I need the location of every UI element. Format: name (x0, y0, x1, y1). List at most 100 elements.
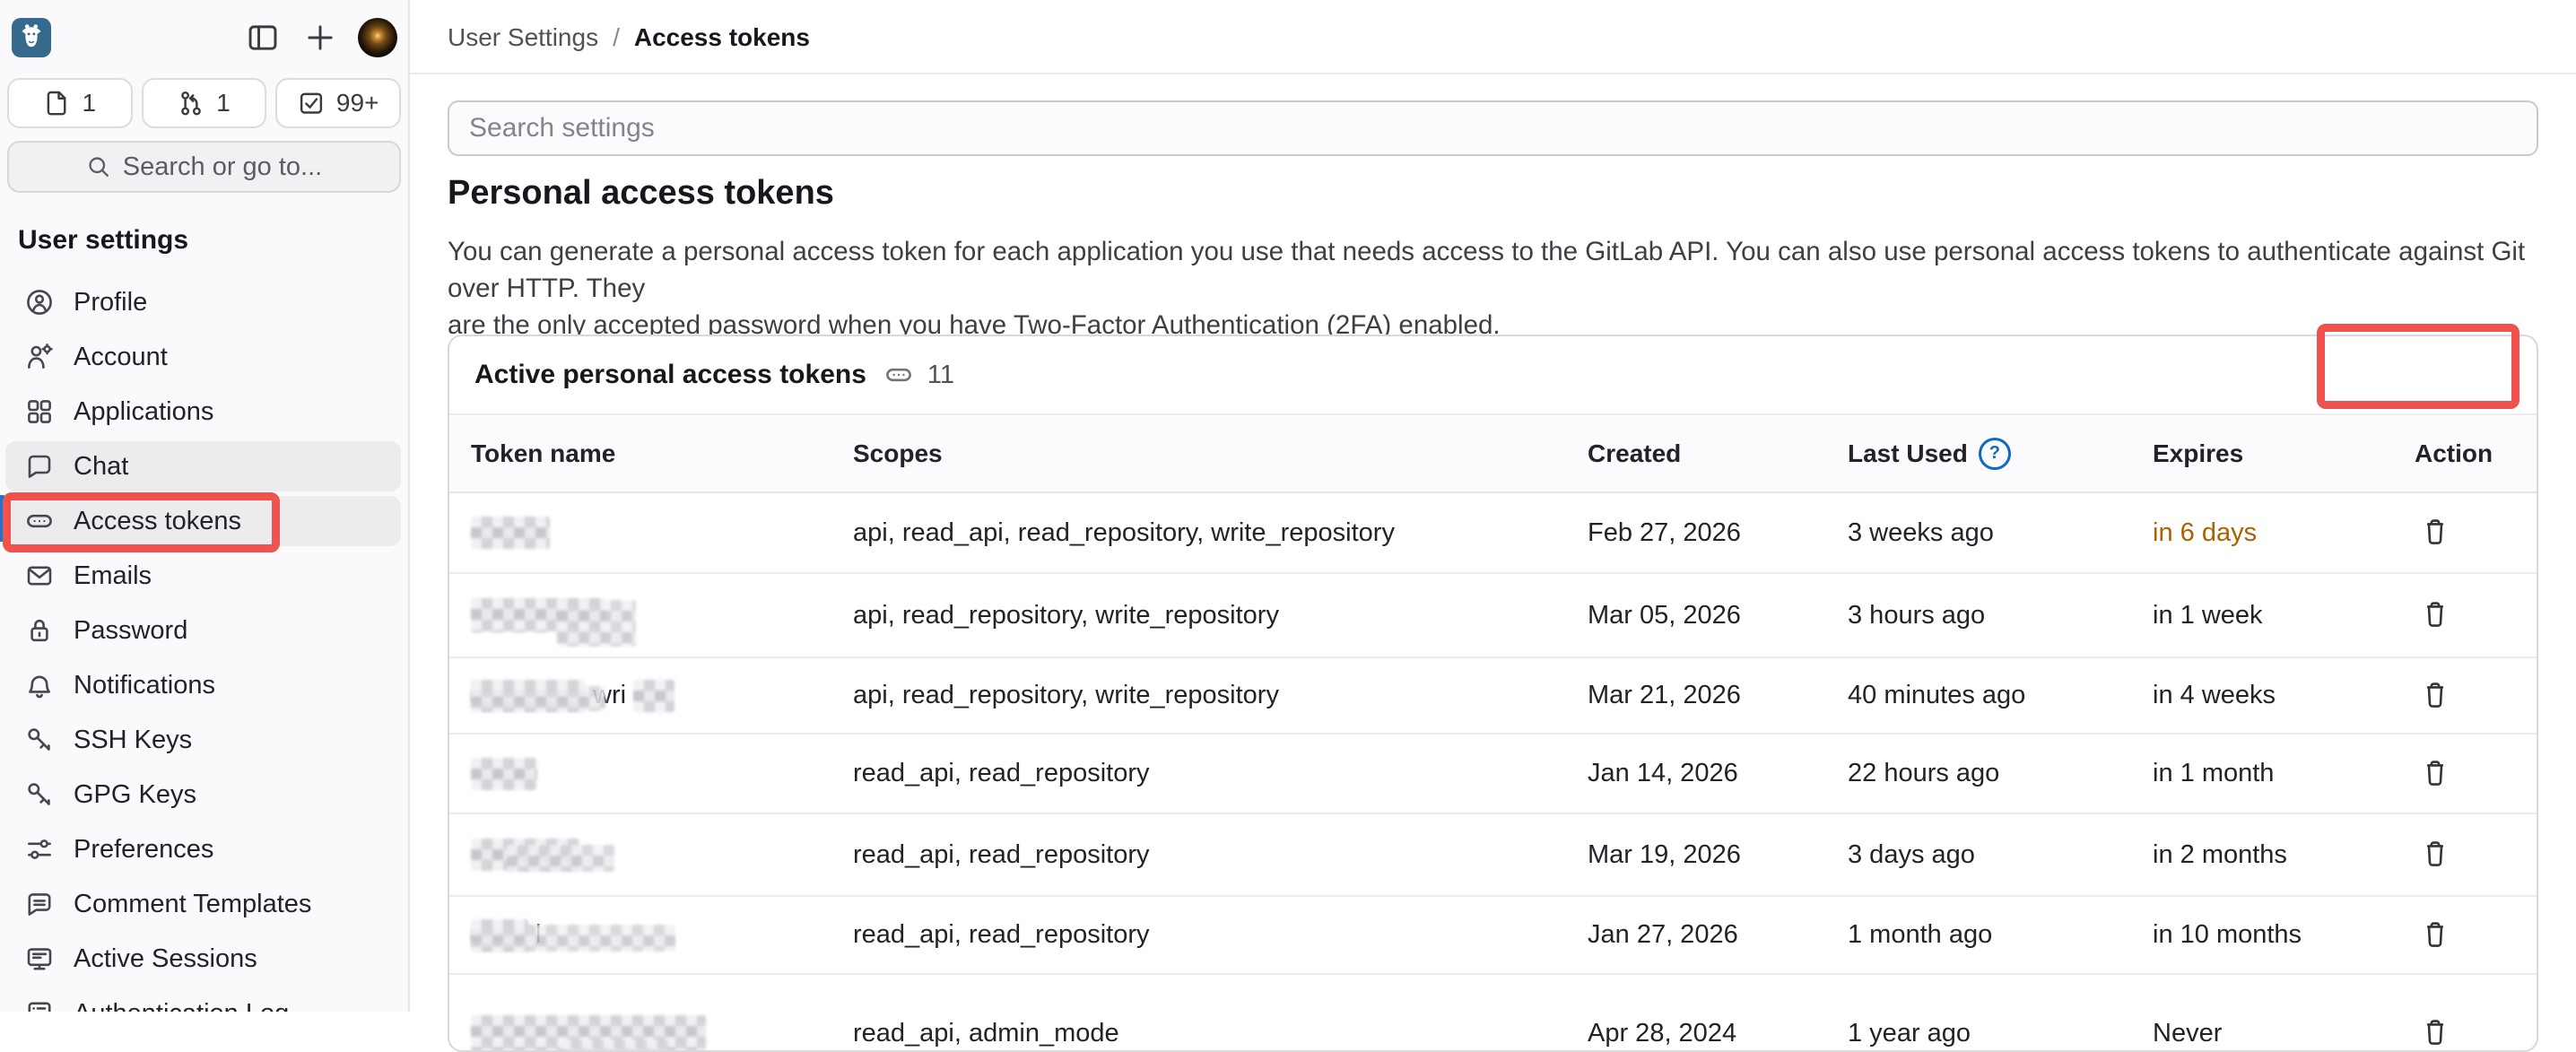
sidebar-item-gpg-keys[interactable]: GPG Keys (5, 769, 401, 820)
comment-templates-icon (25, 890, 54, 918)
redacted-token-name (471, 758, 537, 790)
expires-cell: in 1 month (2153, 759, 2395, 788)
scopes-cell: api, read_repository, write_repository (853, 601, 1588, 630)
sidebar-item-label: Password (74, 616, 187, 646)
sidebar-item-applications[interactable]: Applications (5, 387, 401, 437)
token-row: api, read_repository, write_repositoryMa… (449, 572, 2537, 656)
col-header-created: Created (1588, 439, 1848, 468)
last-used-cell: 3 hours ago (1848, 601, 2153, 630)
todos-count: 99+ (336, 89, 379, 117)
sidebar-toggle-icon[interactable] (247, 22, 279, 54)
merge-requests-icon (178, 90, 205, 117)
gitlab-access-tokens-page: { "topbar": { "global_search_placeholder… (0, 0, 2576, 1012)
redacted-token-name-blob (561, 1039, 668, 1052)
token-name-cell (449, 517, 853, 549)
breadcrumb: User Settings / Access tokens (448, 23, 810, 52)
sidebar-item-preferences[interactable]: Preferences (5, 824, 401, 874)
col-header-scopes: Scopes (853, 439, 1588, 468)
sidebar-item-label: Chat (74, 452, 128, 482)
token-row: read_api, read_repositoryJan 14, 202622 … (449, 733, 2537, 813)
shortcut-count-buttons: 1 1 99+ (7, 78, 401, 128)
merge-requests-count-button[interactable]: 1 (142, 78, 267, 128)
breadcrumb-parent[interactable]: User Settings (448, 23, 598, 52)
delete-token-button[interactable] (2415, 753, 2456, 795)
sidebar-item-active-sessions[interactable]: Active Sessions (5, 934, 401, 984)
global-search-button[interactable]: Search or go to... (7, 141, 401, 193)
panel-header: Active personal access tokens 11 (449, 336, 2537, 413)
settings-search-input[interactable] (448, 100, 2538, 156)
preferences-icon (25, 835, 54, 864)
create-new-plus-icon[interactable] (304, 22, 336, 54)
action-cell (2395, 512, 2537, 553)
created-cell: Feb 27, 2026 (1588, 518, 1848, 548)
trash-icon (2421, 760, 2450, 788)
trash-icon (2421, 921, 2450, 950)
sidebar-item-authentication-log[interactable]: Authentication Log (5, 988, 401, 1012)
issues-icon (44, 90, 71, 117)
page-description: You can generate a personal access token… (448, 233, 2576, 343)
authentication-log-icon (25, 999, 54, 1012)
panel-title: Active personal access tokens (474, 360, 866, 390)
breadcrumb-current: Access tokens (634, 23, 810, 52)
expires-cell: in 1 week (2153, 601, 2395, 630)
sidebar-item-label: Preferences (74, 835, 213, 865)
sidebar-item-label: Active Sessions (74, 944, 257, 974)
sidebar-item-ssh-keys[interactable]: SSH Keys (5, 715, 401, 765)
workspace-logo[interactable] (12, 18, 51, 57)
issues-count: 1 (83, 89, 97, 117)
trash-icon (2421, 518, 2450, 547)
ssh-keys-icon (25, 726, 54, 754)
issues-count-button[interactable]: 1 (7, 78, 133, 128)
active-sessions-icon (25, 944, 54, 973)
action-cell (2395, 675, 2537, 717)
annotation-box-add-new-token (2317, 324, 2519, 409)
sidebar-item-account[interactable]: Account (5, 332, 401, 382)
delete-token-button[interactable] (2415, 512, 2456, 553)
profile-icon (25, 288, 54, 317)
scopes-cell: read_api, read_repository (853, 759, 1588, 788)
sidebar-item-password[interactable]: Password (5, 605, 401, 656)
sidebar-item-label: Emails (74, 561, 152, 591)
expires-cell: in 4 weeks (2153, 681, 2395, 710)
description-line-1: You can generate a personal access token… (448, 233, 2576, 307)
sidebar-item-profile[interactable]: Profile (5, 277, 401, 327)
account-icon (25, 343, 54, 371)
last-used-cell: 3 weeks ago (1848, 518, 2153, 548)
sidebar-item-emails[interactable]: Emails (5, 551, 401, 601)
created-cell: Mar 21, 2026 (1588, 681, 1848, 710)
todos-count-button[interactable]: 99+ (275, 78, 401, 128)
trash-icon (2421, 601, 2450, 630)
expires-cell: in 2 months (2153, 840, 2395, 870)
action-cell (2395, 595, 2537, 636)
token-pill-icon (884, 361, 913, 389)
trash-icon (2421, 682, 2450, 710)
trash-icon (2421, 1019, 2450, 1048)
table-header-row: Token name Scopes Created Last Used ? Ex… (449, 413, 2537, 493)
col-header-token-name: Token name (449, 439, 853, 468)
delete-token-button[interactable] (2415, 834, 2456, 875)
delete-token-button[interactable] (2415, 595, 2456, 636)
last-used-cell: 3 days ago (1848, 840, 2153, 870)
token-table-body: api, read_api, read_repository, write_re… (449, 493, 2537, 1052)
delete-token-button[interactable] (2415, 1013, 2456, 1052)
sidebar-item-label: Authentication Log (74, 999, 289, 1013)
user-avatar[interactable] (358, 18, 397, 57)
global-search-label: Search or go to... (123, 152, 322, 182)
sidebar-item-chat[interactable]: Chat (5, 441, 401, 491)
redacted-token-name-blob (471, 925, 675, 952)
sidebar-item-comment-templates[interactable]: Comment Templates (5, 879, 401, 929)
token-row: wriapi, read_repository, write_repositor… (449, 656, 2537, 733)
token-row: read_api, read_repositoryMar 19, 20263 d… (449, 813, 2537, 895)
created-cell: Jan 14, 2026 (1588, 759, 1848, 788)
gpg-keys-icon (25, 780, 54, 809)
sidebar-item-label: Applications (74, 397, 213, 427)
scopes-cell: read_api, read_repository (853, 840, 1588, 870)
sidebar-item-notifications[interactable]: Notifications (5, 660, 401, 710)
redacted-token-name-blob (557, 600, 636, 647)
chat-icon (25, 452, 54, 481)
delete-token-button[interactable] (2415, 675, 2456, 717)
action-cell (2395, 753, 2537, 795)
last-used-help-icon[interactable]: ? (1979, 438, 2011, 470)
delete-token-button[interactable] (2415, 915, 2456, 956)
scopes-cell: read_api, read_repository (853, 920, 1588, 950)
